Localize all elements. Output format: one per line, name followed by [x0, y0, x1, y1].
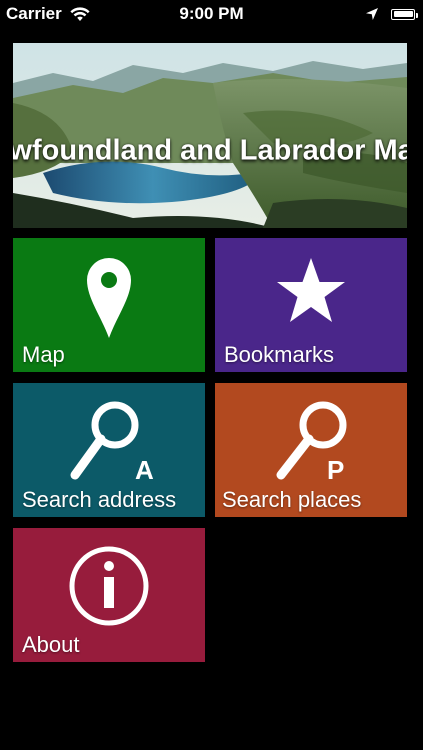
status-bar-left: Carrier	[0, 4, 90, 24]
map-tile[interactable]: Map	[13, 238, 205, 372]
search-address-tile[interactable]: A Search address	[13, 383, 205, 517]
search-places-badge: P	[327, 455, 344, 485]
battery-icon	[391, 8, 418, 20]
search-address-tile-label: Search address	[22, 487, 177, 512]
about-tile[interactable]: About	[13, 528, 205, 662]
about-tile-label: About	[22, 632, 80, 657]
status-bar-right	[365, 7, 423, 21]
bookmarks-tile[interactable]: Bookmarks	[215, 238, 407, 372]
bookmarks-tile-label: Bookmarks	[224, 342, 335, 367]
banner: Newfoundland and Labrador Maps	[13, 43, 407, 228]
location-arrow-icon	[365, 7, 379, 21]
carrier-name: Carrier	[6, 4, 62, 23]
wifi-icon	[70, 6, 90, 22]
banner-title: Newfoundland and Labrador Maps	[13, 134, 407, 167]
search-address-badge: A	[135, 455, 154, 485]
status-bar: Carrier 9:00 PM	[0, 0, 423, 28]
map-tile-label: Map	[22, 342, 65, 367]
search-places-tile[interactable]: P Search places	[215, 383, 407, 517]
search-places-tile-label: Search places	[222, 487, 362, 512]
